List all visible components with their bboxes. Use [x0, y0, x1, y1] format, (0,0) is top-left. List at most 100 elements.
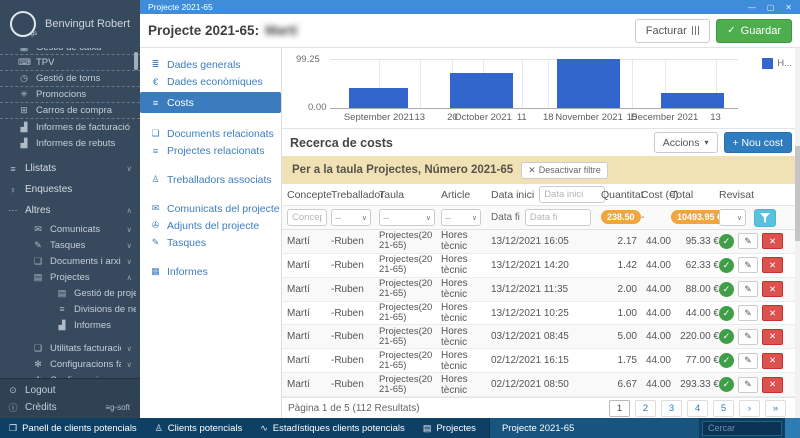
taskbar-item-estadistiques-clients-potencials[interactable]: ∿Estadístiques clients potencials: [251, 418, 414, 438]
accions-button[interactable]: Accions ▾: [654, 132, 718, 153]
data-inici-input[interactable]: [539, 186, 605, 203]
sidebar-item-documents-arxius[interactable]: ❏Documents i arxius∨: [0, 253, 140, 269]
sidebar-item-configuracions-facturacio[interactable]: ✻Configuracions facturació∨: [0, 356, 140, 372]
chart-plot: September 20211320October 20211118Novemb…: [330, 59, 738, 109]
delete-row-button[interactable]: ✕: [762, 281, 783, 297]
page-button-1[interactable]: 1: [609, 400, 630, 417]
page-button-4[interactable]: 4: [687, 400, 708, 417]
chart-bar: [557, 59, 620, 108]
delete-row-button[interactable]: ✕: [762, 377, 783, 393]
sidebar-item-label: Promocions: [36, 89, 86, 100]
sidebar-item-logout[interactable]: ⊙ Logout: [0, 382, 140, 399]
cell-data-inici: 03/12/2021 08:45: [491, 331, 601, 342]
panel-scrollbar[interactable]: [795, 48, 800, 418]
table-filter-row: --∨ --∨ --∨ Data fi 238.50 - 10493.95 € …: [282, 206, 800, 230]
edit-row-button[interactable]: ✎: [738, 233, 758, 249]
sidebar-item-informes-facturacio[interactable]: ▟Informes de facturació: [0, 119, 140, 135]
taskbar-search-button[interactable]: [785, 418, 800, 438]
sidebar-item-promocions[interactable]: ✳Promocions: [0, 87, 140, 103]
sidebar-item-informes-rebuts[interactable]: ▟Informes de rebuts: [0, 135, 140, 151]
subnav-item-dades-generals[interactable]: ≣Dades generals: [140, 56, 281, 73]
edit-row-button[interactable]: ✎: [738, 281, 758, 297]
sidebar-item-carros-compra[interactable]: ⊞Carros de compra: [0, 103, 140, 119]
chevron-down-icon: ∨: [127, 241, 137, 250]
x-tick-label: 11: [517, 112, 527, 123]
delete-row-button[interactable]: ✕: [762, 257, 783, 273]
delete-row-button[interactable]: ✕: [762, 353, 783, 369]
minimize-icon[interactable]: —: [748, 3, 756, 12]
sidebar-item-llistats[interactable]: ≡Llistats∨: [0, 158, 140, 179]
col-revisat: Revisat: [719, 189, 789, 201]
sidebar-item-credits[interactable]: ⓘ Crèdits ≡g-soft: [0, 399, 140, 416]
sidebar-item-label: Documents i arxius: [50, 256, 121, 267]
sidebar-item-gestio-caixa[interactable]: ▦Gestió de caixa: [0, 48, 140, 55]
cell-data-inici: 02/12/2021 08:50: [491, 379, 601, 390]
sidebar-item-informes[interactable]: ▟Informes: [0, 317, 140, 333]
taskbar-search-input[interactable]: [702, 421, 782, 436]
chevron-down-icon: ∨: [127, 344, 137, 353]
edit-row-button[interactable]: ✎: [738, 305, 758, 321]
close-icon[interactable]: ✕: [785, 3, 792, 12]
taula-filter-select[interactable]: --∨: [379, 209, 435, 226]
sidebar-item-altres[interactable]: ⋯Altres∧: [0, 200, 140, 221]
x-tick-label: 18: [543, 112, 554, 123]
sidebar-item-projectes[interactable]: ▤Projectes∧: [0, 269, 140, 285]
table-row: Martí-RubenProjectes(2021-65)Hores tècni…: [282, 302, 800, 326]
subnav-item-costs[interactable]: ≡Costs: [140, 92, 281, 113]
sidebar-item-tpv[interactable]: ⌨TPV: [0, 55, 140, 71]
sidebar-item-comunicats[interactable]: ✉Comunicats∨: [0, 221, 140, 237]
cell-concepte: Martí: [287, 331, 331, 342]
sidebar-item-enquestes[interactable]: ♀Enquestes: [0, 179, 140, 200]
page-title: Projecte 2021-65:: [148, 23, 259, 38]
sidebar-item-divisions-negoci[interactable]: ≡Divisions de negoci: [0, 301, 140, 317]
subnav-item-informes-projecte[interactable]: ▦Informes: [140, 263, 281, 280]
treballador-filter-select[interactable]: --∨: [331, 209, 371, 226]
taskbar-item-clients-potencials[interactable]: ♙Clients potencials: [146, 418, 252, 438]
apply-filter-button[interactable]: [754, 209, 776, 227]
edit-row-button[interactable]: ✎: [738, 377, 758, 393]
sidebar-item-gestio-projectes[interactable]: ▤Gestió de projectes: [0, 285, 140, 301]
subnav-item-adjunts-projecte[interactable]: ✇Adjunts del projecte: [140, 217, 281, 234]
app: gs Benvingut Robert ▦Gestió de caixa⌨TPV…: [0, 0, 800, 438]
page-button-2[interactable]: 2: [635, 400, 656, 417]
page-title-name: Martí: [265, 23, 297, 38]
x-tick-label: December 2021: [631, 112, 699, 123]
subnav-item-dades-economiques[interactable]: €Dades econòmiques: [140, 73, 281, 90]
concepte-filter-input[interactable]: [287, 209, 327, 226]
taskbar-item-projectes[interactable]: ▤Projectes: [414, 418, 485, 438]
clear-filter-button[interactable]: ✕ Desactivar filtre: [521, 162, 608, 179]
cell-total: 95.33 €: [671, 236, 719, 247]
nou-cost-button[interactable]: + Nou cost: [724, 132, 793, 153]
sidebar-scrollbar[interactable]: [134, 52, 138, 70]
subnav-item-documents-relacionats[interactable]: ❏Documents relacionats: [140, 125, 281, 142]
taskbar-item-panell-clients-potencials[interactable]: ❐Panell de clients potencials: [0, 418, 146, 438]
guardar-button[interactable]: ✓ Guardar: [716, 19, 792, 43]
facturar-button[interactable]: Facturar: [635, 19, 710, 43]
subnav-item-comunicats-projecte[interactable]: ✉Comunicats del projecte: [140, 200, 281, 217]
revisat-filter-select[interactable]: ∨: [719, 209, 746, 226]
delete-row-button[interactable]: ✕: [762, 329, 783, 345]
cell-treballador: -Ruben: [331, 284, 379, 295]
subnav-item-treballadors-associats[interactable]: ♙Treballadors associats: [140, 171, 281, 188]
taskbar-active-window[interactable]: Projecte 2021-65: [489, 418, 699, 438]
edit-row-button[interactable]: ✎: [738, 257, 758, 273]
restore-icon[interactable]: ▢: [767, 3, 775, 12]
cell-treballador: -Ruben: [331, 379, 379, 390]
sidebar-item-tasques[interactable]: ✎Tasques∨: [0, 237, 140, 253]
edit-row-button[interactable]: ✎: [738, 353, 758, 369]
next-page-button[interactable]: ›: [739, 400, 760, 417]
euro-icon: €: [150, 77, 161, 87]
data-fi-input[interactable]: [525, 209, 591, 226]
table-row: Martí-RubenProjectes(2021-65)Hores tècni…: [282, 349, 800, 373]
subnav-item-tasques-projecte[interactable]: ✎Tasques: [140, 234, 281, 251]
sidebar-item-gestio-torns[interactable]: ◷Gestió de torns: [0, 71, 140, 87]
delete-row-button[interactable]: ✕: [762, 305, 783, 321]
page-button-3[interactable]: 3: [661, 400, 682, 417]
subnav-item-projectes-relacionats[interactable]: ≡Projectes relacionats: [140, 142, 281, 159]
sidebar-item-utilitats-facturacio[interactable]: ❑Utilitats facturació∨: [0, 340, 140, 356]
last-page-button[interactable]: »: [765, 400, 786, 417]
article-filter-select[interactable]: --∨: [441, 209, 481, 226]
edit-row-button[interactable]: ✎: [738, 329, 758, 345]
page-button-5[interactable]: 5: [713, 400, 734, 417]
delete-row-button[interactable]: ✕: [762, 233, 783, 249]
